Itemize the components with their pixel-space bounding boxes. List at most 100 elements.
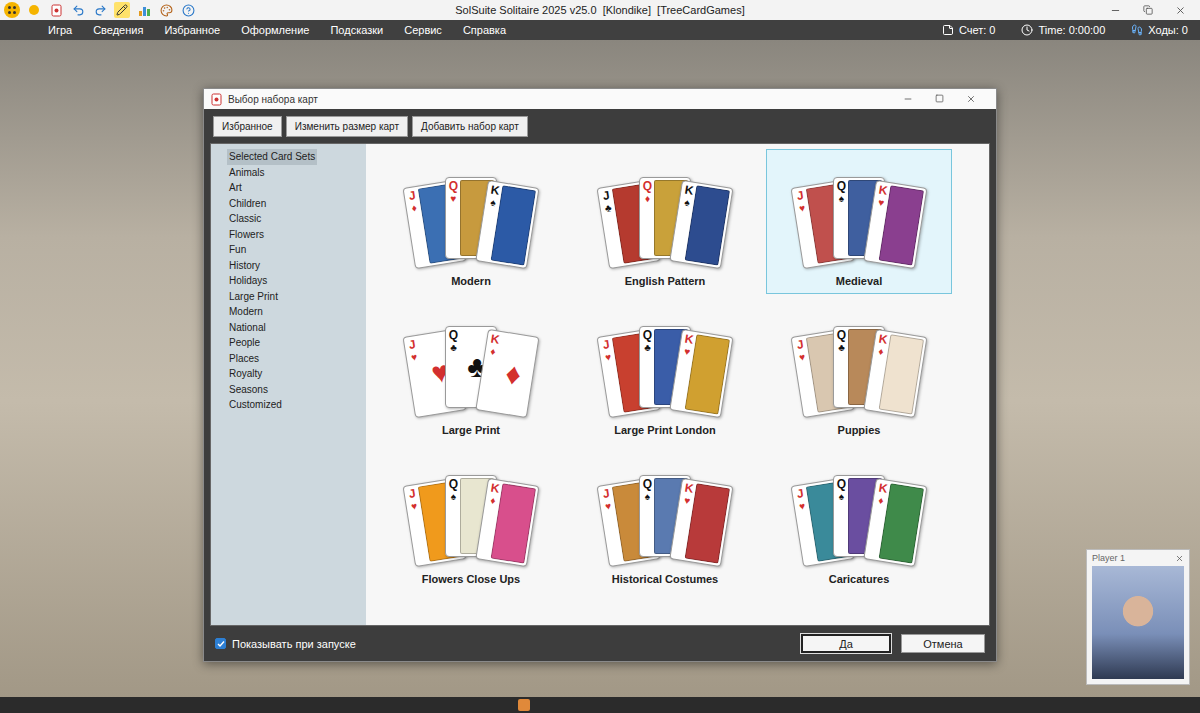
category-item[interactable]: Flowers [227,227,266,243]
new-game-icon[interactable] [26,2,42,18]
check-icon [217,640,225,648]
card-set-tile[interactable]: J♥Q♠K♦Caricatures [766,447,952,592]
app-task-icon[interactable] [518,699,530,711]
card-fan: J♦Q♥K♠ [415,165,527,265]
card-fan: J♥Q♣K♦ [803,314,915,414]
menu-item[interactable]: Сведения [93,24,143,36]
app-logo-icon[interactable] [4,2,20,18]
category-item[interactable]: Selected Card Sets [227,149,317,165]
playing-card: K♠ [669,180,733,269]
window-title: SolSuite Solitaire 2025 v25.0 [Klondike]… [455,4,744,16]
undo-button[interactable] [70,2,86,18]
close-icon[interactable] [966,94,976,104]
menu-item[interactable]: Справка [463,24,506,36]
card-set-name: Large Print London [614,424,715,436]
restore-icon[interactable] [1143,5,1153,15]
dialog-body: ИзбранноеИзменить размер картДобавить на… [204,109,996,661]
menu-item[interactable]: Сервис [404,24,442,36]
maximize-icon[interactable] [935,94,944,103]
category-item[interactable]: Seasons [227,382,270,398]
status-item: Ходы: 0 [1131,24,1188,36]
card-suit: ♦ [490,346,497,358]
category-item[interactable]: Large Print [227,289,280,305]
card-suit: ♥ [604,351,612,363]
category-item[interactable]: National [227,320,268,336]
moves-icon [1131,24,1143,36]
card-rank: K [490,482,501,496]
dialog-title: Выбор набора карт [228,94,318,105]
cards-button[interactable] [48,2,64,18]
hint-button[interactable] [114,2,130,18]
card-set-tile[interactable]: J♣Q♦K♠English Pattern [572,149,758,294]
dialog-footer: Показывать при запуске Да Отмена [210,626,990,661]
category-item[interactable]: People [227,335,262,351]
category-item[interactable]: History [227,258,262,274]
card-set-tile[interactable]: J♥♥Q♣♣K♦♦Large Print [378,298,564,443]
card-suit: ♥ [877,197,885,209]
card-set-grid: J♦Q♥K♠ModernJ♣Q♦K♠English PatternJ♥Q♠K♥M… [366,144,989,625]
card-set-tile[interactable]: J♥Q♠K♥Medieval [766,149,952,294]
category-item[interactable]: Art [227,180,244,196]
close-icon[interactable] [1175,554,1184,563]
card-set-tile[interactable]: J♥Q♣K♦Puppies [766,298,952,443]
card-set-tile[interactable]: J♦Q♥K♠Modern [378,149,564,294]
card-suit: ♣ [838,342,845,353]
category-item[interactable]: Holidays [227,273,269,289]
category-item[interactable]: Classic [227,211,263,227]
card-rank: K [878,333,889,347]
pencil-icon[interactable] [116,4,128,16]
toolbar-button[interactable]: Изменить размер карт [286,116,408,137]
card-set-name: Medieval [836,275,882,287]
redo-button[interactable] [92,2,108,18]
card-rank: J [408,338,417,352]
cards-icon[interactable] [50,4,63,17]
card-suit: ♠ [684,197,691,209]
minimize-icon[interactable] [1110,5,1121,16]
player-photo [1092,566,1184,679]
help-icon[interactable] [182,4,195,17]
dialog-title-bar: Выбор набора карт [204,89,996,109]
show-on-startup[interactable]: Показывать при запуске [215,638,356,650]
category-item[interactable]: Animals [227,165,267,181]
category-item[interactable]: Royalty [227,366,264,382]
menu-item[interactable]: Игра [48,24,72,36]
dialog-button[interactable]: Да [801,634,891,653]
close-icon[interactable] [1175,5,1186,16]
card-suit: ♥ [604,500,612,512]
card-set-tile[interactable]: J♥Q♠K♦Flowers Close Ups [378,447,564,592]
card-suit: ♠ [839,193,844,204]
dialog-button[interactable]: Отмена [901,634,985,653]
card-suit: ♠ [490,197,497,209]
menu-item[interactable]: Подсказки [330,24,383,36]
stats-button[interactable] [136,2,152,18]
stats-icon[interactable] [138,4,151,17]
help-button[interactable] [180,2,196,18]
playing-card: K♦ [863,329,927,418]
category-item[interactable]: Fun [227,242,248,258]
card-rank: J [602,189,611,203]
redo-icon[interactable] [94,4,107,17]
card-set-name: Caricatures [829,573,890,585]
checkbox[interactable] [215,638,226,649]
card-set-tile[interactable]: J♥Q♠K♥Historical Costumes [572,447,758,592]
score-icon [942,24,954,36]
palette-icon[interactable] [160,4,173,17]
dialog-buttons: Да Отмена [801,634,985,653]
undo-icon[interactable] [72,4,85,17]
player-name: Player 1 [1092,553,1125,563]
card-set-tile[interactable]: J♥Q♣K♥Large Print London [572,298,758,443]
cards-icon[interactable] [210,93,223,106]
category-item[interactable]: Places [227,351,261,367]
minimize-icon[interactable] [903,94,913,104]
toolbar-button[interactable]: Избранное [213,116,282,137]
category-item[interactable]: Modern [227,304,265,320]
category-item[interactable]: Children [227,196,268,212]
menu-item[interactable]: Оформление [241,24,309,36]
card-rank: J [796,189,805,203]
toolbar-button[interactable]: Добавить набор карт [412,116,528,137]
appearance-button[interactable] [158,2,174,18]
menu-item[interactable]: Избранное [164,24,220,36]
category-item[interactable]: Customized [227,397,284,413]
card-rank: K [490,184,501,198]
card-rank: J [796,487,805,501]
